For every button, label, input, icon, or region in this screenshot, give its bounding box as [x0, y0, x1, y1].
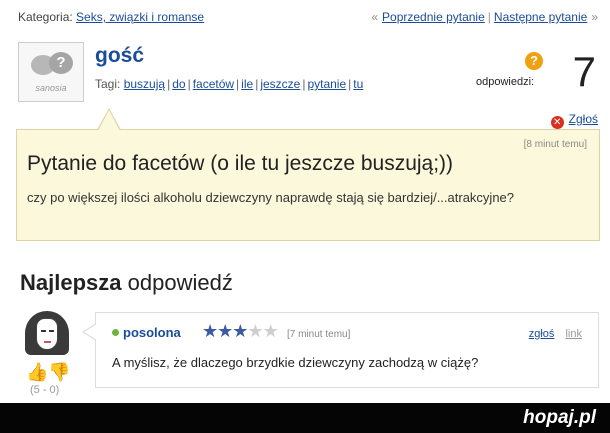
avatar-eye [41, 330, 46, 332]
tags-list: Tagi: buszują | do | facetów | ile | jeszcze | pyt… [95, 77, 363, 91]
tag-separator: | [187, 77, 191, 91]
avatar-mouth [44, 341, 51, 343]
answer-author[interactable]: posolona [123, 325, 181, 340]
question-body: czy po większej ilości alkoholu dziewczy… [27, 190, 515, 205]
tag-separator: | [302, 77, 306, 91]
avatar-face [36, 318, 58, 350]
site-logo: hopaj.pl [523, 407, 596, 428]
question-box: [8 minut temu] Pytanie do facetów (o ile… [16, 108, 600, 241]
answers-counter: ? odpowiedzi: 7 [476, 48, 596, 98]
question-badge-icon: ? [525, 52, 543, 70]
nav-separator: | [487, 10, 491, 24]
next-question-link[interactable]: Następne pytanie [494, 10, 587, 24]
answer-time: [7 minut temu] [287, 329, 351, 340]
star-filled-icon: ★ [217, 321, 233, 341]
watermark-bar: hopaj.pl [0, 403, 610, 433]
next-arrow: » [591, 10, 598, 24]
category-link[interactable]: Seks, związki i romanse [76, 10, 204, 24]
question-time: [8 minut temu] [523, 139, 587, 150]
answer-box: posolona ★★★★★ [7 minut temu] zgłoś link… [82, 312, 599, 388]
report-answer-link[interactable]: zgłoś [529, 328, 555, 340]
asker-avatar[interactable]: ? sanosia [18, 42, 84, 102]
question-title: Pytanie do facetów (o ile tu jeszcze bus… [27, 152, 454, 175]
answers-label: odpowiedzi: [476, 76, 535, 88]
question-bubble-icon: ? [49, 52, 73, 74]
question-navigation: «Poprzednie pytanie | Następne pytanie » [371, 10, 598, 24]
thumbs-down-icon[interactable]: 👎 [48, 362, 70, 383]
avatar-eye [49, 330, 54, 332]
tag-link[interactable]: pytanie [307, 77, 346, 91]
tag-separator: | [236, 77, 240, 91]
answer-permalink[interactable]: link [565, 328, 582, 340]
answerer-avatar[interactable] [22, 311, 74, 355]
thumbs-up-icon[interactable]: 👍 [26, 362, 48, 383]
report-question-button[interactable]: ✕ Zgłoś [550, 112, 598, 129]
report-label: Zgłoś [568, 112, 598, 126]
top-navigation: Kategoria: Seks, związki i romanse «Popr… [18, 10, 598, 26]
avatar-brand: sanosia [35, 83, 67, 93]
rating-stars: ★★★★★ [202, 321, 279, 342]
vote-score: (5 - 0) [30, 384, 60, 396]
category-label: Kategoria: [18, 10, 73, 24]
answer-actions: zgłoś link [521, 328, 582, 340]
tag-link[interactable]: ile [241, 77, 253, 91]
asker-name[interactable]: gość [95, 44, 144, 68]
star-empty-icon: ★ [262, 321, 279, 341]
star-filled-icon: ★ [202, 321, 218, 341]
star-empty-icon: ★ [247, 321, 263, 341]
category-breadcrumb: Kategoria: Seks, związki i romanse [18, 10, 204, 24]
tag-separator: | [167, 77, 171, 91]
heading-bold: Najlepsza [20, 270, 122, 295]
tag-link[interactable]: jeszcze [260, 77, 300, 91]
answer-speech-tail-inner [84, 324, 97, 340]
prev-arrow: « [371, 10, 379, 24]
speech-tail-inner [98, 110, 120, 131]
tag-link[interactable]: buszują [124, 77, 165, 91]
star-filled-icon: ★ [232, 321, 248, 341]
tag-separator: | [255, 77, 259, 91]
tags-label: Tagi: [95, 77, 121, 91]
prev-question-link[interactable]: Poprzednie pytanie [382, 10, 485, 24]
answer-text: A myślisz, że dlaczego brzydkie dziewczy… [112, 355, 479, 370]
online-status-icon [112, 329, 119, 336]
tag-separator: | [348, 77, 352, 91]
tag-link[interactable]: facetów [193, 77, 234, 91]
heading-rest: odpowiedź [127, 270, 233, 295]
tag-link[interactable]: tu [353, 77, 363, 91]
best-answer-heading: Najlepsza odpowiedź [20, 270, 233, 296]
close-icon: ✕ [550, 116, 564, 129]
vote-controls: 👍 👎 (5 - 0) [26, 362, 76, 398]
answers-count: 7 [572, 48, 596, 95]
tag-link[interactable]: do [172, 77, 185, 91]
